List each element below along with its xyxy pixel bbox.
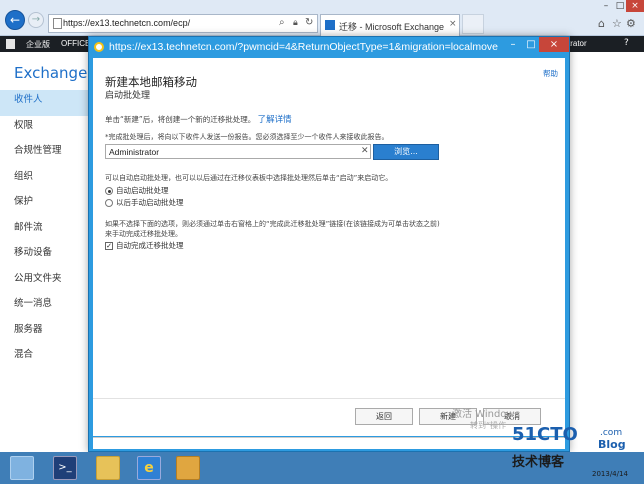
office-link[interactable]: OFFICE	[61, 39, 90, 48]
site-logo-blog: Blog	[598, 438, 626, 451]
address-text: https://ex13.technetcn.com/ecp/	[63, 18, 191, 28]
left-nav: 收件人 权限 合规性管理 组织 保护 邮件流 移动设备 公用文件夹 统一消息 服…	[0, 90, 90, 371]
nav-item-unified-messaging[interactable]: 统一消息	[0, 294, 90, 320]
close-icon[interactable]: ×	[626, 0, 644, 12]
nav-item-mail-flow[interactable]: 邮件流	[0, 218, 90, 244]
office-logo-icon	[6, 39, 15, 49]
dialog-body: 帮助 新建本地邮箱移动 启动批处理 单击“新建”后，将创建一个新的迁移批处理。 …	[93, 58, 565, 436]
radio-auto-label: 自动启动批处理	[116, 186, 169, 195]
nav-item-recipients[interactable]: 收件人	[0, 90, 90, 116]
powershell-icon[interactable]: >_	[53, 456, 77, 480]
nav-item-mobile[interactable]: 移动设备	[0, 243, 90, 269]
complete-batch-label: 如果不选择下面的选项，则必须通过单击右窗格上的“完成此迁移批处理”链接(在该链接…	[105, 220, 440, 238]
back-button[interactable]: 返回	[355, 408, 413, 425]
edition-label[interactable]: 企业版	[26, 39, 50, 50]
nav-item-servers[interactable]: 服务器	[0, 320, 90, 346]
auto-complete-label: 自动完成迁移批处理	[116, 241, 184, 250]
lock-icon[interactable]: 🔒︎	[293, 18, 298, 28]
forward-arrow-icon[interactable]: →	[28, 12, 44, 28]
user-name[interactable]: trator	[568, 39, 587, 48]
dialog-minimize-icon[interactable]: –	[505, 39, 521, 52]
favorites-star-icon[interactable]: ☆	[612, 17, 622, 30]
address-bar[interactable]: https://ex13.technetcn.com/ecp/ ⌕ 🔒︎ ↻	[48, 14, 318, 33]
clear-icon[interactable]: ✕	[361, 146, 369, 156]
browser-chrome: ← → https://ex13.technetcn.com/ecp/ ⌕ 🔒︎…	[0, 0, 644, 36]
nav-item-permissions[interactable]: 权限	[0, 116, 90, 142]
dialog-maximize-icon[interactable]: □	[523, 39, 539, 52]
site-logo-domain: .com	[600, 428, 623, 438]
site-logo: 51CTO	[512, 424, 578, 445]
browse-button[interactable]: 浏览...	[373, 144, 439, 160]
nav-item-compliance[interactable]: 合规性管理	[0, 141, 90, 167]
home-icon[interactable]: ⌂	[598, 17, 605, 30]
recipient-field[interactable]: Administrator ✕	[105, 144, 371, 159]
gear-icon[interactable]: ⚙	[626, 17, 636, 30]
ie-icon	[94, 42, 104, 52]
start-batch-label: 可以自动启动批处理，也可以以后通过在迁移仪表板中选择批处理然后单击“启动”来启动…	[105, 174, 393, 182]
tab-close-icon[interactable]: ×	[449, 19, 457, 29]
tab-title: 迁移 - Microsoft Exchange	[339, 22, 445, 32]
radio-manual-label: 以后手动启动批处理	[116, 198, 184, 207]
intro-text: 单击“新建”后，将创建一个新的迁移批处理。 了解详情	[105, 113, 292, 125]
checkbox-checked-icon[interactable]: ✓	[105, 242, 113, 250]
dialog-close-icon[interactable]: ×	[539, 37, 569, 52]
radio-checked-icon[interactable]	[105, 187, 113, 195]
nav-item-organization[interactable]: 组织	[0, 167, 90, 193]
server-start-icon[interactable]	[10, 456, 34, 480]
intro-label: 单击“新建”后，将创建一个新的迁移批处理。	[105, 115, 256, 124]
activate-windows-watermark: 激活 Windows	[452, 409, 520, 420]
wizard-subtitle: 启动批处理	[105, 91, 151, 101]
dialog-status-bar	[93, 437, 565, 449]
nav-item-protection[interactable]: 保护	[0, 192, 90, 218]
back-arrow-icon[interactable]: ←	[5, 10, 25, 30]
radio-manual-start[interactable]: 以后手动启动批处理	[105, 197, 184, 208]
site-logo-text: 技术博客	[512, 455, 565, 470]
server-manager-icon[interactable]	[176, 456, 200, 480]
report-recipient-label: *完成批处理后，将向以下收件人发送一份报告。您必须选择至少一个收件人来接收此报告…	[105, 133, 389, 141]
migration-dialog: https://ex13.technetcn.com/?pwmcid=4&Ret…	[88, 36, 570, 452]
radio-auto-start[interactable]: 自动启动批处理	[105, 185, 169, 196]
internet-explorer-icon[interactable]: e	[137, 456, 161, 480]
nav-item-public-folders[interactable]: 公用文件夹	[0, 269, 90, 295]
nav-item-hybrid[interactable]: 混合	[0, 345, 90, 371]
radio-unchecked-icon[interactable]	[105, 199, 113, 207]
help-icon[interactable]: ?	[624, 38, 629, 48]
page-icon	[53, 18, 62, 29]
folder-icon[interactable]	[96, 456, 120, 480]
exchange-icon	[325, 20, 335, 30]
dialog-url: https://ex13.technetcn.com/?pwmcid=4&Ret…	[109, 41, 498, 53]
recipient-value: Administrator	[109, 147, 160, 157]
new-tab-button[interactable]	[462, 14, 484, 34]
browser-tab[interactable]: 迁移 - Microsoft Exchange ×	[320, 14, 460, 36]
activate-windows-sub: 转到“操作	[470, 421, 507, 430]
auto-complete-option[interactable]: ✓ 自动完成迁移批处理	[105, 240, 184, 251]
search-icon[interactable]: ⌕	[279, 17, 285, 28]
help-link[interactable]: 帮助	[543, 68, 558, 79]
learn-more-link[interactable]: 了解详情	[258, 115, 292, 125]
clock-date: 2013/4/14	[592, 470, 628, 478]
refresh-icon[interactable]: ↻	[305, 17, 313, 28]
